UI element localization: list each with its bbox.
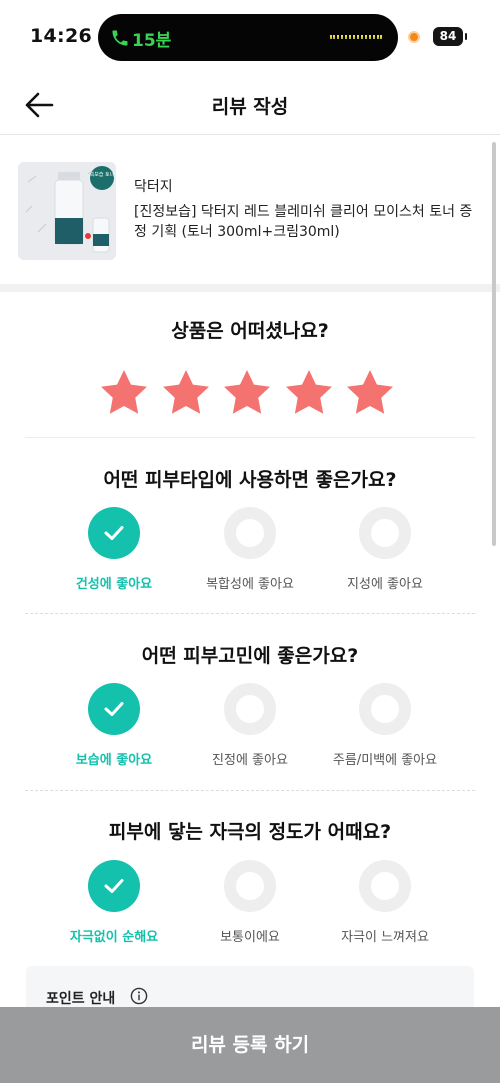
- option-radio[interactable]: [224, 683, 276, 735]
- star-icon[interactable]: [220, 366, 274, 420]
- option-radio[interactable]: [88, 683, 140, 735]
- option-label: 자극이 느껴져요: [341, 930, 429, 945]
- check-icon: [104, 879, 124, 893]
- option-label: 복합성에 좋아요: [206, 577, 294, 592]
- submit-review-button[interactable]: 리뷰 등록 하기: [0, 1007, 500, 1083]
- option-label: 건성에 좋아요: [75, 577, 153, 592]
- option-radio[interactable]: [359, 507, 411, 559]
- option-radio[interactable]: [88, 860, 140, 912]
- page-title: 리뷰 작성: [211, 96, 289, 118]
- recording-indicator-icon: [408, 31, 420, 43]
- audio-wave-icon: [330, 35, 382, 39]
- check-icon: [104, 526, 124, 540]
- clock: 14:26: [30, 25, 92, 47]
- option-label: 지성에 좋아요: [347, 577, 423, 592]
- option-wrinkle-whitening[interactable]: 주름/미백에 좋아요: [315, 683, 455, 768]
- phone-icon: [112, 30, 128, 46]
- star-icon[interactable]: [343, 366, 397, 420]
- product-brand: 닥터지: [134, 179, 173, 195]
- dynamic-island[interactable]: 15분: [98, 14, 398, 61]
- status-bar: 14:26 15분 84: [0, 0, 500, 76]
- option-combination-skin[interactable]: 복합성에 좋아요: [180, 507, 320, 592]
- point-info-title: 포인트 안내: [46, 991, 116, 1007]
- option-soothing[interactable]: 진정에 좋아요: [180, 683, 320, 768]
- option-radio[interactable]: [359, 683, 411, 735]
- check-icon: [104, 702, 124, 716]
- option-radio[interactable]: [88, 507, 140, 559]
- option-label: 보습에 좋아요: [75, 753, 153, 768]
- option-moisturizing[interactable]: 보습에 좋아요: [44, 683, 184, 768]
- option-label: 진정에 좋아요: [212, 753, 288, 768]
- option-radio[interactable]: [224, 860, 276, 912]
- section-divider-dashed: [25, 613, 475, 614]
- product-name: [진정보습] 닥터지 레드 블레미쉬 클리어 모이스처 토너 증정 기획 (토너…: [134, 204, 473, 240]
- section-divider: [0, 284, 500, 292]
- star-icon[interactable]: [282, 366, 336, 420]
- info-icon[interactable]: [130, 987, 148, 1005]
- section-divider-dashed: [25, 790, 475, 791]
- product-badge: 쏙보습 토너: [90, 171, 115, 178]
- star-icon[interactable]: [159, 366, 213, 420]
- option-oily-skin[interactable]: 지성에 좋아요: [315, 507, 455, 592]
- skin-type-question: 어떤 피부타입에 사용하면 좋은가요?: [103, 469, 397, 491]
- option-irritating[interactable]: 자극이 느껴져요: [315, 860, 455, 945]
- option-radio[interactable]: [224, 507, 276, 559]
- option-label: 보통이에요: [220, 930, 280, 945]
- call-duration: 15분: [132, 31, 172, 51]
- option-gentle[interactable]: 자극없이 순해요: [44, 860, 184, 945]
- irritation-question: 피부에 닿는 자극의 정도가 어때요?: [108, 821, 392, 843]
- star-icon[interactable]: [97, 366, 151, 420]
- product-image: 쏙보습 토너: [18, 162, 116, 260]
- option-normal[interactable]: 보통이에요: [180, 860, 320, 945]
- app-header: 리뷰 작성: [0, 76, 500, 134]
- header-divider: [0, 134, 500, 135]
- option-label: 자극없이 순해요: [69, 930, 159, 945]
- rating-divider: [25, 437, 475, 438]
- option-label: 주름/미백에 좋아요: [332, 753, 438, 768]
- option-dry-skin[interactable]: 건성에 좋아요: [44, 507, 184, 592]
- product-summary: 쏙보습 토너 닥터지 [진정보습] 닥터지 레드 블레미쉬 클리어 모이스처 토…: [0, 136, 500, 284]
- skin-concern-question: 어떤 피부고민에 좋은가요?: [141, 645, 359, 667]
- battery-indicator: 84: [433, 27, 467, 46]
- option-radio[interactable]: [359, 860, 411, 912]
- star-rating[interactable]: [97, 366, 397, 422]
- rating-question: 상품은 어떠셨나요?: [171, 320, 329, 342]
